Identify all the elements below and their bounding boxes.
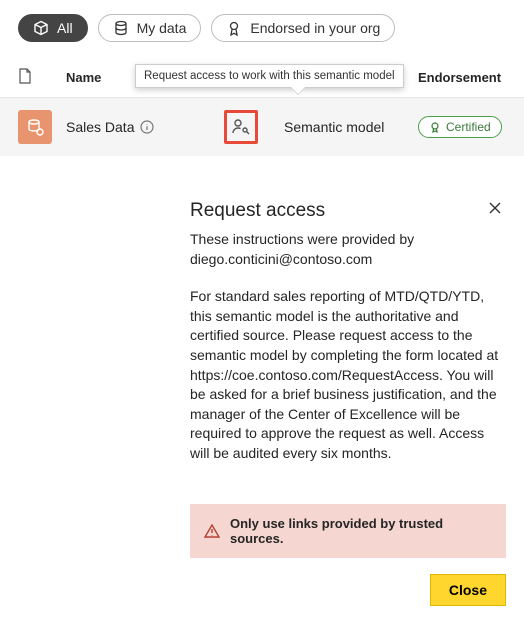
table-header: Name Endorsement Request access to work …: [0, 56, 524, 98]
dataset-icon-tile: [18, 110, 52, 144]
filter-my-data-label: My data: [137, 20, 187, 36]
filter-my-data[interactable]: My data: [98, 14, 202, 42]
warning-box: Only use links provided by trusted sourc…: [190, 504, 506, 558]
popover-title: Request access: [190, 200, 325, 222]
info-icon[interactable]: [140, 120, 154, 134]
request-access-button[interactable]: [224, 110, 258, 144]
filter-all-label: All: [57, 20, 73, 36]
row-name-cell: Sales Data: [58, 119, 218, 135]
filter-endorsed-label: Endorsed in your org: [250, 20, 380, 36]
warning-text: Only use links provided by trusted sourc…: [230, 516, 492, 546]
close-icon[interactable]: [484, 199, 506, 222]
row-name: Sales Data: [66, 119, 134, 135]
row-type: Semantic model: [278, 119, 418, 135]
database-icon: [113, 20, 129, 36]
warning-icon: [204, 523, 220, 539]
filter-all[interactable]: All: [18, 14, 88, 42]
table-row[interactable]: Sales Data Semantic model Certified: [0, 98, 524, 156]
badge-label: Certified: [446, 120, 491, 134]
dataset-icon: [26, 118, 44, 136]
request-access-popover: Request access These instructions were p…: [184, 185, 512, 606]
tooltip: Request access to work with this semanti…: [135, 64, 404, 88]
ribbon-icon: [226, 20, 242, 36]
cube-icon: [33, 20, 49, 36]
tooltip-text: Request access to work with this semanti…: [144, 70, 395, 82]
column-icon-header: [18, 68, 58, 87]
popover-message: For standard sales reporting of MTD/QTD/…: [190, 287, 506, 463]
column-endorsement-header[interactable]: Endorsement: [418, 70, 506, 85]
popover-provided-by: These instructions were provided by dieg…: [190, 230, 506, 269]
filter-endorsed[interactable]: Endorsed in your org: [211, 14, 395, 42]
certified-icon: [429, 121, 441, 133]
close-button[interactable]: Close: [430, 574, 506, 606]
endorsement-badge: Certified: [418, 116, 502, 138]
filter-bar: All My data Endorsed in your org: [0, 0, 524, 56]
person-key-icon: [231, 117, 251, 137]
page-icon: [18, 68, 32, 84]
